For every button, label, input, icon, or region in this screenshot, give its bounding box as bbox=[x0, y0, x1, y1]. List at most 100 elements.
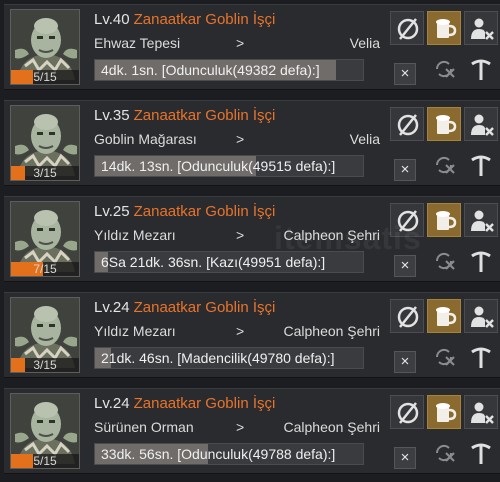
worker-card[interactable]: 3/15 Lv.24 Zanaatkar Goblin İşçi Yıldız M… bbox=[4, 292, 500, 378]
cancel-task-button[interactable]: × bbox=[394, 63, 416, 85]
route-from: Yıldız Mezarı bbox=[94, 323, 176, 339]
worker-title: Lv.25 Zanaatkar Goblin İşçi bbox=[94, 203, 275, 220]
beer-mug-icon bbox=[436, 307, 457, 326]
repeat-cancel-button[interactable] bbox=[429, 55, 459, 83]
worker-portrait[interactable]: 3/15 bbox=[10, 105, 80, 181]
beer-mug-icon bbox=[436, 115, 457, 134]
route-arrow: > bbox=[236, 419, 245, 435]
no-entry-icon bbox=[397, 402, 419, 424]
task-progress-bar: 6Sa 21dk. 36sn. [Kazı(49951 defa):] bbox=[94, 251, 364, 273]
stamina-bar: 5/15 bbox=[11, 454, 79, 468]
work-tool-button[interactable] bbox=[466, 55, 496, 83]
stamina-bar: 3/15 bbox=[11, 358, 79, 372]
worker-portrait[interactable]: 5/15 bbox=[10, 393, 80, 469]
worker-portrait[interactable]: 5/15 bbox=[10, 9, 80, 85]
fire-worker-button[interactable] bbox=[464, 107, 498, 141]
cancel-task-button[interactable]: × bbox=[394, 447, 416, 469]
route-arrow: > bbox=[236, 227, 245, 243]
route-arrow: > bbox=[236, 35, 245, 51]
stop-worker-button[interactable] bbox=[390, 299, 424, 333]
worker-level: Lv.35 bbox=[94, 107, 130, 124]
worker-name: Zanaatkar Goblin İşçi bbox=[133, 203, 276, 220]
cancel-task-button[interactable]: × bbox=[394, 255, 416, 277]
worker-name: Zanaatkar Goblin İşçi bbox=[133, 107, 276, 124]
fire-worker-button[interactable] bbox=[464, 395, 498, 429]
stop-worker-button[interactable] bbox=[390, 395, 424, 429]
route-arrow: > bbox=[236, 131, 245, 147]
route-from: Sürünen Orman bbox=[94, 419, 194, 435]
repeat-cancel-button[interactable] bbox=[429, 247, 459, 275]
work-tool-button[interactable] bbox=[466, 247, 496, 275]
stamina-text: 7/15 bbox=[33, 262, 57, 276]
task-progress-bar: 33dk. 56sn. [Odunculuk(49788 defa):] bbox=[94, 443, 364, 465]
worker-portrait[interactable]: 7/15 bbox=[10, 201, 80, 277]
no-entry-icon bbox=[397, 18, 419, 40]
pickaxe-icon bbox=[471, 155, 491, 176]
route-to: Velia bbox=[349, 131, 380, 147]
beer-mug-icon bbox=[436, 19, 457, 38]
fire-worker-icon bbox=[471, 210, 494, 232]
worker-title: Lv.24 Zanaatkar Goblin İşçi bbox=[94, 395, 275, 412]
repeat-cancel-icon bbox=[435, 444, 455, 462]
task-progress-bar: 4dk. 1sn. [Odunculuk(49382 defa):] bbox=[94, 59, 364, 81]
worker-card[interactable]: 7/15 Lv.25 Zanaatkar Goblin İşçi Yıldız M… bbox=[4, 196, 500, 282]
stop-worker-button[interactable] bbox=[390, 107, 424, 141]
cancel-task-button[interactable]: × bbox=[394, 159, 416, 181]
feed-worker-button[interactable] bbox=[427, 299, 461, 333]
work-tool-button[interactable] bbox=[466, 343, 496, 371]
stamina-text: 5/15 bbox=[33, 70, 57, 84]
beer-mug-icon bbox=[436, 403, 457, 422]
feed-worker-button[interactable] bbox=[427, 395, 461, 429]
stop-worker-button[interactable] bbox=[390, 203, 424, 237]
task-text: 14dk. 13sn. [Odunculuk(49515 defa):] bbox=[101, 158, 336, 174]
worker-level: Lv.24 bbox=[94, 299, 130, 316]
stamina-text: 3/15 bbox=[33, 358, 57, 372]
stamina-text: 3/15 bbox=[33, 166, 57, 180]
task-progress-bar: 14dk. 13sn. [Odunculuk(49515 defa):] bbox=[94, 155, 364, 177]
route-from: Ehwaz Tepesi bbox=[94, 35, 181, 51]
no-entry-icon bbox=[397, 210, 419, 232]
repeat-cancel-button[interactable] bbox=[429, 343, 459, 371]
worker-card[interactable]: 3/15 Lv.35 Zanaatkar Goblin İşçi Goblin M… bbox=[4, 100, 500, 186]
task-text: 33dk. 56sn. [Odunculuk(49788 defa):] bbox=[101, 446, 336, 462]
worker-level: Lv.40 bbox=[94, 11, 130, 28]
route-to: Calpheon Şehri bbox=[283, 227, 380, 243]
fire-worker-icon bbox=[471, 306, 494, 328]
feed-worker-button[interactable] bbox=[427, 203, 461, 237]
repeat-cancel-button[interactable] bbox=[429, 151, 459, 179]
stamina-bar: 7/15 bbox=[11, 262, 79, 276]
pickaxe-icon bbox=[471, 443, 491, 464]
worker-name: Zanaatkar Goblin İşçi bbox=[133, 299, 276, 316]
stop-worker-button[interactable] bbox=[390, 11, 424, 45]
feed-worker-button[interactable] bbox=[427, 11, 461, 45]
fire-worker-button[interactable] bbox=[464, 11, 498, 45]
fire-worker-icon bbox=[471, 402, 494, 424]
feed-worker-button[interactable] bbox=[427, 107, 461, 141]
cancel-task-button[interactable]: × bbox=[394, 351, 416, 373]
route-to: Calpheon Şehri bbox=[283, 323, 380, 339]
fire-worker-button[interactable] bbox=[464, 299, 498, 333]
repeat-cancel-icon bbox=[435, 348, 455, 366]
repeat-cancel-button[interactable] bbox=[429, 439, 459, 467]
task-text: 4dk. 1sn. [Odunculuk(49382 defa):] bbox=[101, 62, 320, 78]
repeat-cancel-icon bbox=[435, 252, 455, 270]
worker-title: Lv.35 Zanaatkar Goblin İşçi bbox=[94, 107, 275, 124]
task-text: 21dk. 46sn. [Madencilik(49780 defa):] bbox=[101, 350, 335, 366]
route-to: Velia bbox=[349, 35, 380, 51]
task-text: 6Sa 21dk. 36sn. [Kazı(49951 defa):] bbox=[101, 254, 326, 270]
fire-worker-icon bbox=[471, 18, 494, 40]
route-arrow: > bbox=[236, 323, 245, 339]
fire-worker-button[interactable] bbox=[464, 203, 498, 237]
worker-portrait[interactable]: 3/15 bbox=[10, 297, 80, 373]
repeat-cancel-icon bbox=[435, 60, 455, 78]
worker-card[interactable]: 5/15 Lv.24 Zanaatkar Goblin İşçi Sürünen … bbox=[4, 388, 500, 474]
worker-card[interactable]: 5/15 Lv.40 Zanaatkar Goblin İşçi Ehwaz Te… bbox=[4, 4, 500, 90]
repeat-cancel-icon bbox=[435, 156, 455, 174]
beer-mug-icon bbox=[436, 211, 457, 230]
fire-worker-icon bbox=[471, 114, 494, 136]
work-tool-button[interactable] bbox=[466, 439, 496, 467]
worker-title: Lv.24 Zanaatkar Goblin İşçi bbox=[94, 299, 275, 316]
route-to: Calpheon Şehri bbox=[283, 419, 380, 435]
work-tool-button[interactable] bbox=[466, 151, 496, 179]
no-entry-icon bbox=[397, 306, 419, 328]
